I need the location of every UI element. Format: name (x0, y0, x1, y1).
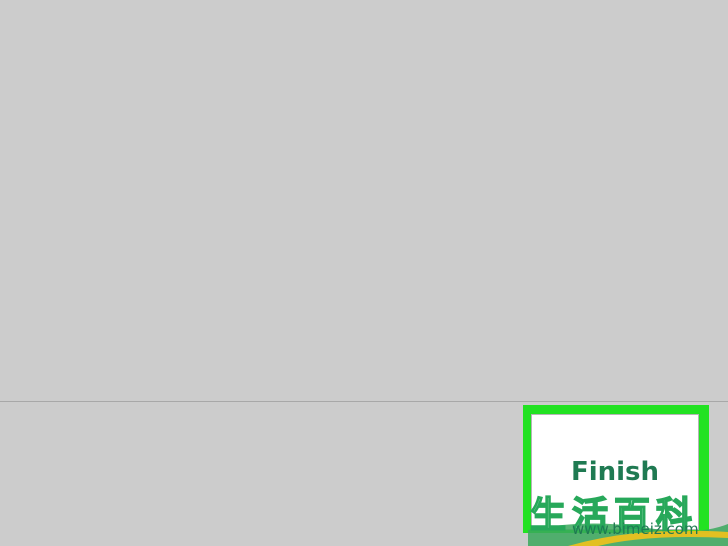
finish-button-label: Finish (570, 457, 660, 487)
watermark-url: www.bimeiz.com (572, 520, 699, 538)
watermark: 生活百科 www.bimeiz.com (528, 486, 728, 546)
content-area (0, 0, 728, 401)
installer-window: Finish 生活百科 www.bimeiz.com (0, 0, 728, 546)
